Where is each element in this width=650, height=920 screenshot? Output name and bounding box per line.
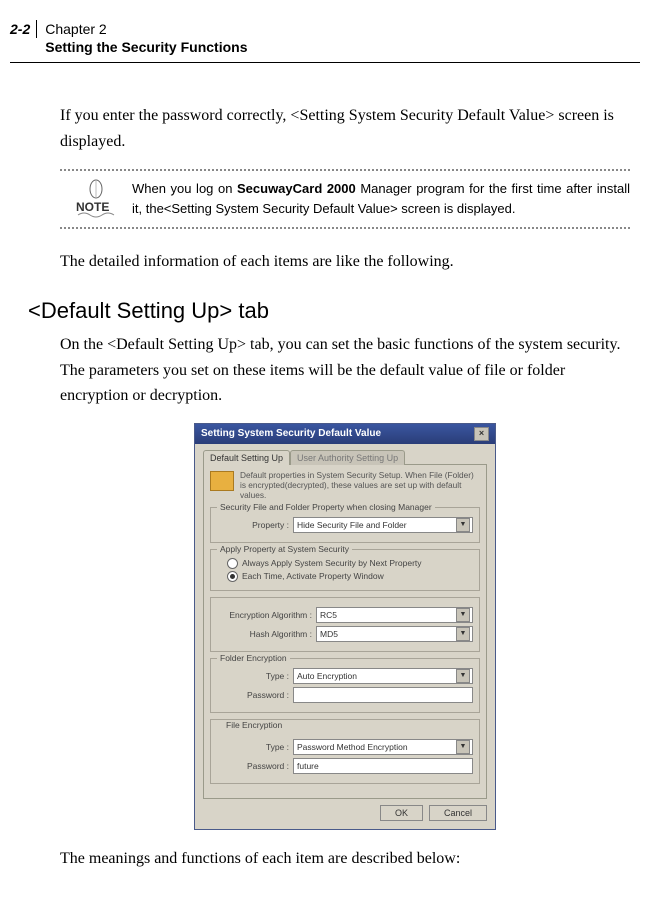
paragraph: If you enter the password correctly, <Se…: [60, 103, 630, 154]
section-heading: <Default Setting Up> tab: [28, 298, 640, 324]
note-text: When you log on SecuwayCard 2000 Manager…: [132, 179, 630, 218]
chapter-subtitle: Setting the Security Functions: [45, 38, 247, 56]
chevron-down-icon[interactable]: ▼: [456, 669, 470, 683]
encryption-algorithm-label: Encryption Algorithm :: [217, 610, 312, 620]
group-closing-manager: Security File and Folder Property when c…: [210, 507, 480, 543]
radio-label: Each Time, Activate Property Window: [242, 571, 384, 581]
group-apply-property: Apply Property at System Security Always…: [210, 549, 480, 591]
dialog-intro-text: Default properties in System Security Se…: [240, 471, 480, 501]
file-password-input[interactable]: future: [293, 758, 473, 774]
radio-each-time[interactable]: [227, 571, 238, 582]
svg-text:NOTE: NOTE: [76, 200, 109, 214]
tab-user-authority[interactable]: User Authority Setting Up: [290, 450, 405, 465]
close-icon[interactable]: ×: [474, 427, 489, 441]
hash-algorithm-value: MD5: [320, 629, 338, 639]
group-legend: Apply Property at System Security: [217, 544, 352, 554]
group-legend: File Encryption: [223, 720, 479, 730]
note-text-bold: SecuwayCard 2000: [237, 181, 356, 196]
chevron-down-icon[interactable]: ▼: [456, 740, 470, 754]
folder-type-label: Type :: [217, 671, 289, 681]
paragraph: The detailed information of each items a…: [60, 249, 630, 275]
property-combo-value: Hide Security File and Folder: [297, 520, 407, 530]
dialog-title: Setting System Security Default Value: [201, 428, 381, 439]
paragraph: The meanings and functions of each item …: [60, 846, 630, 872]
folder-icon: [210, 471, 234, 491]
property-label: Property :: [217, 520, 289, 530]
radio-label: Always Apply System Security by Next Pro…: [242, 558, 422, 568]
group-folder-encryption: Folder Encryption Type : Auto Encryption…: [210, 658, 480, 713]
group-file-encryption: File Encryption Type : Password Method E…: [210, 719, 480, 784]
file-type-combo[interactable]: Password Method Encryption ▼: [293, 739, 473, 755]
ok-button[interactable]: OK: [380, 805, 423, 821]
group-legend: Security File and Folder Property when c…: [217, 502, 435, 512]
dialog-window: Setting System Security Default Value × …: [194, 423, 496, 830]
chevron-down-icon[interactable]: ▼: [456, 518, 470, 532]
dialog-pane: Default properties in System Security Se…: [203, 464, 487, 799]
paragraph: On the <Default Setting Up> tab, you can…: [60, 332, 630, 409]
chapter-label: Chapter 2: [45, 20, 247, 38]
hash-algorithm-label: Hash Algorithm :: [217, 629, 312, 639]
note-text-pre: When you log on: [132, 181, 237, 196]
cancel-button[interactable]: Cancel: [429, 805, 487, 821]
tab-default-setting-up[interactable]: Default Setting Up: [203, 450, 290, 465]
file-type-label: Type :: [217, 742, 289, 752]
folder-type-value: Auto Encryption: [297, 671, 357, 681]
page-number: 2-2: [10, 20, 37, 38]
folder-password-label: Password :: [217, 690, 289, 700]
hash-algorithm-combo[interactable]: MD5 ▼: [316, 626, 473, 642]
chevron-down-icon[interactable]: ▼: [456, 627, 470, 641]
radio-always-apply[interactable]: [227, 558, 238, 569]
group-algorithms: Encryption Algorithm : RC5 ▼ Hash Algori…: [210, 597, 480, 652]
group-legend: Folder Encryption: [217, 653, 290, 663]
file-type-value: Password Method Encryption: [297, 742, 408, 752]
header-titles: Chapter 2 Setting the Security Functions: [37, 20, 247, 56]
file-password-label: Password :: [217, 761, 289, 771]
encryption-algorithm-combo[interactable]: RC5 ▼: [316, 607, 473, 623]
encryption-algorithm-value: RC5: [320, 610, 337, 620]
dialog-titlebar: Setting System Security Default Value ×: [195, 424, 495, 444]
page-header: 2-2 Chapter 2 Setting the Security Funct…: [10, 20, 640, 63]
note-block: NOTE When you log on SecuwayCard 2000 Ma…: [60, 169, 630, 229]
note-icon: NOTE: [60, 179, 132, 219]
chevron-down-icon[interactable]: ▼: [456, 608, 470, 622]
property-combo[interactable]: Hide Security File and Folder ▼: [293, 517, 473, 533]
folder-type-combo[interactable]: Auto Encryption ▼: [293, 668, 473, 684]
folder-password-input[interactable]: [293, 687, 473, 703]
